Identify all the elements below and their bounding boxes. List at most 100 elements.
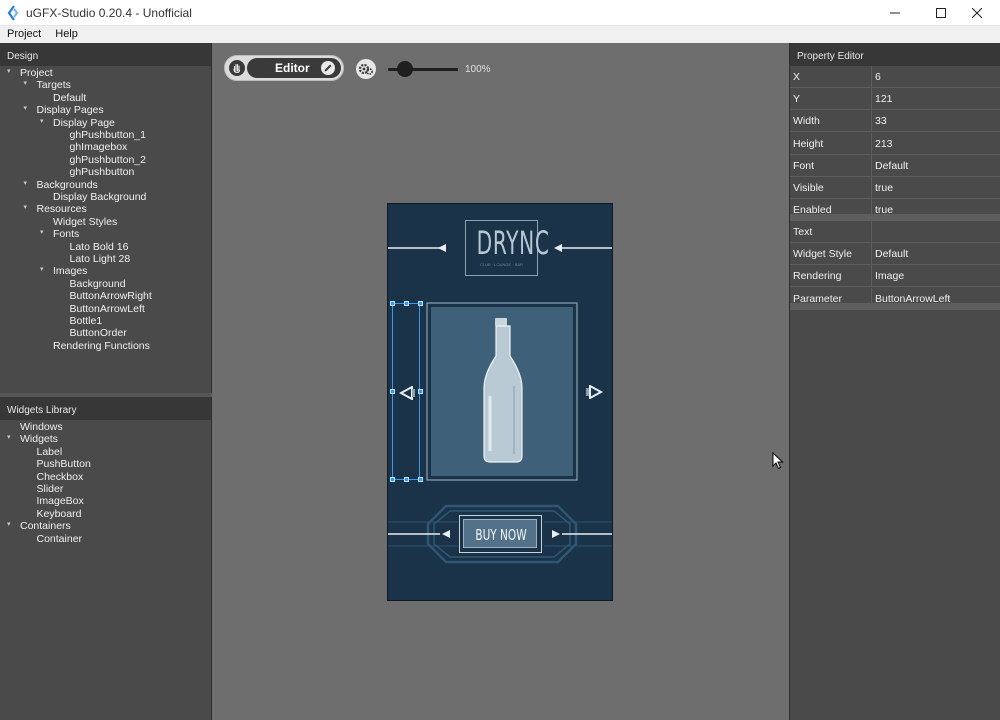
property-row[interactable]: X6 xyxy=(790,66,1000,88)
logo: DRYNC CLUB · LOUNGE · BAR xyxy=(465,220,549,276)
gear-icon xyxy=(358,63,373,75)
widgets-panel-title: Widgets Library xyxy=(0,397,211,420)
minimize-button[interactable] xyxy=(872,0,918,26)
selection-handle[interactable] xyxy=(418,477,423,482)
tree-item-label: Lato Light 28 xyxy=(69,253,131,265)
selection-handle[interactable] xyxy=(390,477,395,482)
mode-toggle[interactable]: Editor xyxy=(224,55,344,81)
expand-arrow-icon[interactable]: ▾ xyxy=(7,68,15,76)
property-row[interactable]: Visible true xyxy=(790,177,1000,199)
expand-arrow-icon[interactable]: ▾ xyxy=(24,80,32,88)
logo-subtext: CLUB · LOUNGE · BAR xyxy=(480,262,523,267)
property-value[interactable]: 33 xyxy=(873,110,887,132)
property-value[interactable]: Default xyxy=(873,155,908,177)
zoom-slider-handle[interactable] xyxy=(397,61,413,77)
property-value[interactable] xyxy=(873,221,875,243)
mouse-cursor-icon xyxy=(772,452,784,470)
tree-item-label: ButtonArrowRight xyxy=(69,290,152,303)
button-arrow-left[interactable] xyxy=(390,301,423,482)
property-value[interactable]: Image xyxy=(873,265,904,287)
design-panel: Design ▾ Project ▾ Targets Default ▾ Display P… xyxy=(0,43,212,393)
device-preview[interactable]: DRYNC CLUB · LOUNGE · BAR BUY NOW xyxy=(387,203,613,601)
property-value[interactable]: 6 xyxy=(873,66,881,88)
selection-handle[interactable] xyxy=(418,389,423,394)
buy-now-inner: BUY NOW xyxy=(463,519,537,548)
tree-item-label: Background xyxy=(69,277,126,290)
property-row[interactable]: Y 121 xyxy=(790,88,1000,111)
tree-item-label: Fonts xyxy=(53,228,80,241)
property-row[interactable]: Text xyxy=(790,221,1000,243)
property-separator xyxy=(790,214,1000,221)
property-key: X xyxy=(790,66,872,88)
tree-item-label: Container xyxy=(36,532,83,545)
property-row[interactable]: Width 33 xyxy=(790,110,1000,133)
expand-arrow-icon[interactable]: ▾ xyxy=(24,105,32,113)
buy-now-button[interactable]: BUY NOW xyxy=(459,515,542,553)
property-key: Y xyxy=(790,88,872,111)
property-value[interactable]: true xyxy=(873,177,893,199)
selection-handle[interactable] xyxy=(390,301,395,306)
tree-item-label: Targets xyxy=(36,79,71,92)
expand-arrow-icon[interactable]: ▾ xyxy=(24,180,32,188)
expand-arrow-icon[interactable]: ▾ xyxy=(24,204,32,212)
selection-handle[interactable] xyxy=(418,301,423,306)
menu-help[interactable]: Help xyxy=(48,26,85,43)
expand-arrow-icon[interactable]: ▾ xyxy=(40,118,48,126)
expand-arrow-icon[interactable]: ▾ xyxy=(40,266,48,274)
expand-arrow-icon[interactable]: ▾ xyxy=(7,434,15,442)
window-title: uGFX-Studio 0.20.4 - Unofficial xyxy=(26,6,192,20)
property-key: Width xyxy=(790,110,872,133)
tree-item-label: Project xyxy=(20,67,53,79)
property-value[interactable]: 121 xyxy=(873,88,893,110)
property-row[interactable]: Rendering Image xyxy=(790,265,1000,288)
tree-item-label: Bottle1 xyxy=(69,315,103,327)
tree-item-label: Display Page xyxy=(53,116,115,129)
tree-item-label: Rendering Functions xyxy=(53,339,150,352)
title-bar: uGFX-Studio 0.20.4 - Unofficial xyxy=(0,0,1000,26)
expand-arrow-icon[interactable]: ▾ xyxy=(7,521,15,529)
tree-item-label: Widgets xyxy=(20,433,58,446)
property-value[interactable]: Default xyxy=(873,243,908,265)
tree-item-label: ButtonOrder xyxy=(69,327,127,340)
property-key: Widget Style xyxy=(790,243,872,266)
tree-item-label: Lato Bold 16 xyxy=(69,240,129,253)
tree-item-label: Images xyxy=(53,265,88,278)
tree-item-label: ButtonArrowLeft xyxy=(69,302,145,315)
settings-button[interactable] xyxy=(356,59,376,79)
widgets-library-panel: Widgets Library Windows ▾ Widgets Label Push… xyxy=(0,397,212,720)
tree-item-label: ImageBox xyxy=(36,495,84,508)
hand-icon[interactable] xyxy=(229,60,245,76)
canvas-area[interactable]: Editor 100% DRYNC CLUB · LOUNGE · BAR BU… xyxy=(212,43,789,720)
arrow-right-icon[interactable] xyxy=(586,385,604,399)
close-button[interactable] xyxy=(954,0,1000,26)
property-row[interactable]: Widget Style Default xyxy=(790,243,1000,266)
property-key: Rendering xyxy=(790,265,872,288)
tree-item-label: PushButton xyxy=(36,458,91,471)
zoom-level: 100% xyxy=(465,64,491,75)
property-separator xyxy=(790,303,1000,310)
expand-arrow-icon[interactable]: ▾ xyxy=(40,229,48,237)
editor-mode-pill[interactable]: Editor xyxy=(247,58,341,78)
tree-item-label: Label xyxy=(36,445,63,458)
tree-item-label: Default xyxy=(53,91,87,104)
property-value[interactable]: 213 xyxy=(873,133,893,155)
tree-item-label: ghPushbutton xyxy=(69,166,135,179)
selection-handle[interactable] xyxy=(404,301,409,306)
property-key: Visible xyxy=(790,177,872,199)
tree-item-label: Resources xyxy=(36,203,87,216)
selection-handle[interactable] xyxy=(404,477,409,482)
bottle-image xyxy=(483,318,523,463)
property-row[interactable]: Height 213 xyxy=(790,132,1000,155)
tree-item-label: Display Pages xyxy=(36,104,104,117)
selection-handle[interactable] xyxy=(390,389,395,394)
arrow-left-icon xyxy=(399,386,415,400)
property-row[interactable]: Font Default xyxy=(790,154,1000,177)
close-icon xyxy=(972,8,982,18)
tree-item-label: Keyboard xyxy=(36,507,82,520)
menu-project[interactable]: Project xyxy=(0,26,48,43)
buy-now-label: BUY NOW xyxy=(475,526,527,544)
property-key: Text xyxy=(790,221,872,243)
tree-item-label: Containers xyxy=(20,520,71,533)
tree-item-label: ghPushbutton_2 xyxy=(69,153,146,166)
app-logo-icon xyxy=(7,5,19,21)
